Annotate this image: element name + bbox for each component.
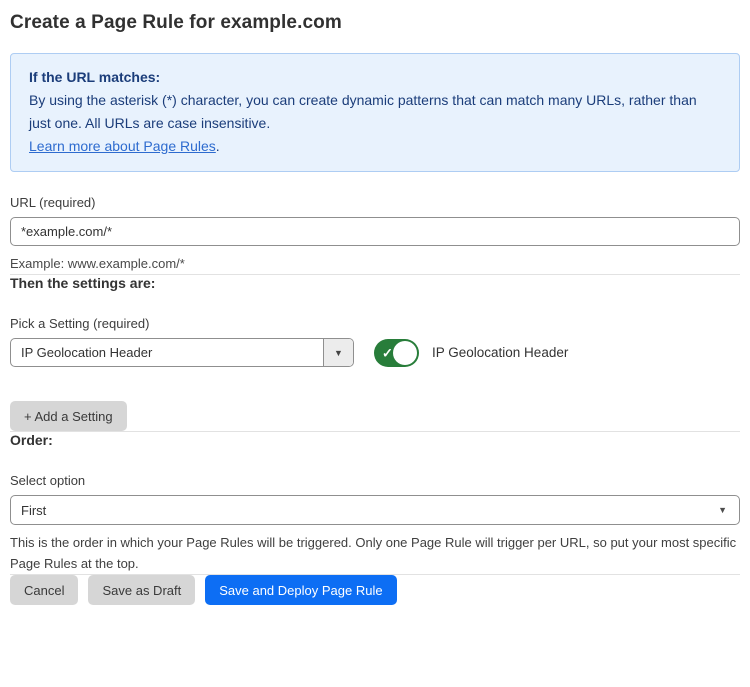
- cancel-button[interactable]: Cancel: [10, 575, 78, 605]
- add-setting-button[interactable]: + Add a Setting: [10, 401, 127, 431]
- ip-geolocation-toggle[interactable]: ✓: [374, 339, 419, 367]
- setting-row: IP Geolocation Header ▼ ✓ IP Geolocation…: [10, 338, 740, 367]
- order-helper-text: This is the order in which your Page Rul…: [10, 532, 740, 574]
- order-select[interactable]: First ▼: [10, 495, 740, 525]
- link-suffix: .: [216, 138, 220, 154]
- footer-actions: Cancel Save as Draft Save and Deploy Pag…: [10, 575, 740, 605]
- order-select-value: First: [21, 503, 46, 518]
- save-as-draft-button[interactable]: Save as Draft: [88, 575, 195, 605]
- setting-picker-arrow-button[interactable]: ▼: [323, 339, 353, 366]
- toggle-label: IP Geolocation Header: [432, 345, 568, 360]
- url-example-helper: Example: www.example.com/*: [10, 253, 740, 274]
- chevron-down-icon: ▼: [718, 505, 727, 515]
- url-matches-info-box: If the URL matches: By using the asteris…: [10, 53, 740, 172]
- chevron-down-icon: ▼: [334, 348, 343, 358]
- page-title: Create a Page Rule for example.com: [10, 12, 740, 34]
- select-option-label: Select option: [10, 473, 740, 488]
- url-label: URL (required): [10, 195, 740, 210]
- url-input[interactable]: [10, 217, 740, 246]
- url-field-group: URL (required) Example: www.example.com/…: [10, 195, 740, 274]
- setting-picker-dropdown[interactable]: IP Geolocation Header ▼: [10, 338, 354, 367]
- toggle-knob: [393, 341, 417, 365]
- info-box-body: By using the asterisk (*) character, you…: [29, 89, 721, 135]
- check-icon: ✓: [382, 346, 393, 359]
- toggle-group: ✓ IP Geolocation Header: [374, 339, 568, 367]
- settings-section-heading: Then the settings are:: [10, 275, 740, 291]
- save-and-deploy-button[interactable]: Save and Deploy Page Rule: [205, 575, 396, 605]
- order-section-heading: Order:: [10, 432, 740, 448]
- info-box-heading: If the URL matches:: [29, 66, 721, 89]
- pick-setting-label: Pick a Setting (required): [10, 316, 740, 331]
- learn-more-link[interactable]: Learn more about Page Rules: [29, 138, 216, 154]
- setting-picker-value: IP Geolocation Header: [11, 339, 323, 366]
